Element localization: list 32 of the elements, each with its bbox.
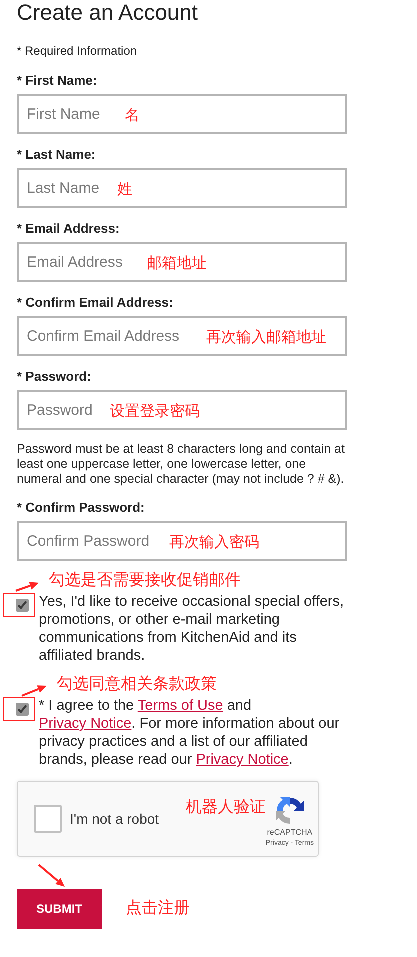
field-label: * Email Address:	[17, 221, 121, 237]
field-label: * Confirm Email Address:	[17, 295, 174, 311]
link[interactable]: Terms of Use	[138, 698, 224, 714]
annotation-text: 机器人验证	[186, 798, 266, 818]
required-note: * Required Information	[17, 43, 138, 60]
annotation-text: 姓	[118, 180, 133, 200]
annotation-text: 名	[125, 106, 140, 126]
checkbox-label: * I agree to the Terms of Use and Privacy Notice. For more information about our privacy practices and a list of our affiliated brands, please read our Privacy Notice.	[38, 697, 341, 769]
link[interactable]: Privacy Notice	[196, 752, 289, 768]
annotation-text: 再次输入密码	[169, 533, 260, 553]
annotation-text: 设置登录密码	[110, 402, 200, 422]
annotation-text: 邮箱地址	[147, 254, 208, 274]
annotation-text: 点击注册	[126, 898, 190, 919]
submit-button[interactable]: SUBMIT	[17, 889, 102, 929]
checkbox-label: Yes, I'd like to receive occasional special offers, promotions, or other e-mail marketing communications from KitchenAid and its affiliated brands.	[38, 593, 346, 665]
checkbox[interactable]	[16, 702, 29, 716]
checkbox[interactable]	[16, 598, 29, 612]
recaptcha-label: I'm not a robot	[70, 810, 160, 828]
link[interactable]: Privacy Notice	[39, 716, 132, 732]
page-title: Create an Account	[17, 0, 200, 26]
recaptcha-checkbox[interactable]	[34, 805, 62, 833]
field-label: * First Name:	[17, 73, 98, 89]
annotation-text: 勾选是否需要接收促销邮件	[49, 570, 241, 591]
annotation-arrow	[37, 863, 67, 889]
recaptcha-logo-icon	[274, 794, 306, 827]
annotation-text: 再次输入邮箱地址	[206, 328, 326, 348]
field-label: * Last Name:	[17, 147, 97, 163]
annotation-text: 勾选同意相关条款政策	[57, 674, 217, 695]
field-label: * Password:	[17, 369, 92, 385]
password-hint: Password must be at least 8 characters long and contain at least one uppercase letter, one lowercase letter, one numeral and one special character (may not include ? # &).	[17, 442, 346, 487]
recaptcha-brand: reCAPTCHA	[267, 826, 313, 839]
field-label: * Confirm Password:	[17, 500, 146, 516]
